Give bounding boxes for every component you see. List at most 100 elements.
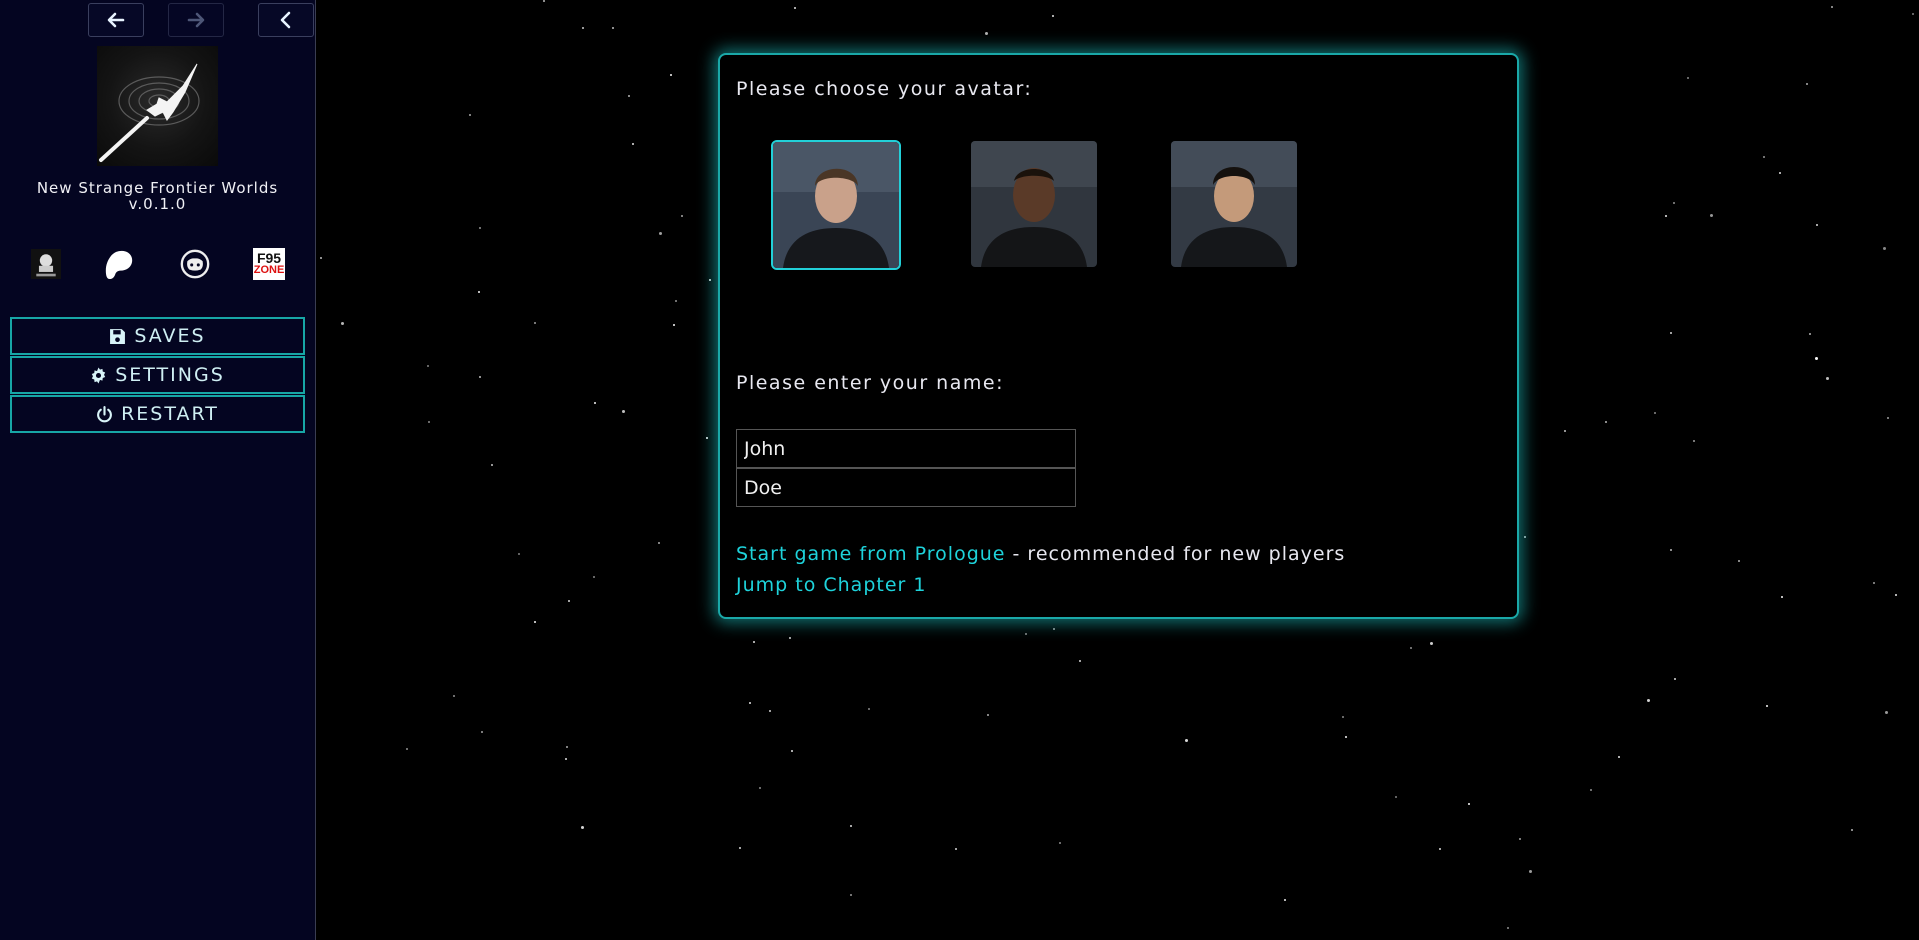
gear-icon bbox=[92, 367, 106, 383]
star bbox=[612, 27, 614, 29]
star bbox=[1806, 83, 1808, 85]
star bbox=[628, 95, 630, 97]
first-name-input[interactable] bbox=[736, 429, 1076, 468]
star bbox=[1079, 660, 1081, 662]
star bbox=[1053, 628, 1055, 630]
settings-button[interactable]: SETTINGS bbox=[10, 356, 305, 394]
star bbox=[1766, 705, 1768, 707]
star bbox=[1284, 899, 1286, 901]
star bbox=[1052, 15, 1054, 17]
spaceship-logo-icon bbox=[99, 63, 200, 162]
star bbox=[478, 291, 480, 293]
star bbox=[1647, 699, 1650, 702]
saves-button[interactable]: SAVES bbox=[10, 317, 305, 355]
star bbox=[406, 748, 408, 750]
star bbox=[428, 421, 430, 423]
arrow-left-icon bbox=[107, 12, 125, 28]
star bbox=[565, 758, 567, 760]
star bbox=[1809, 333, 1811, 335]
star bbox=[955, 848, 957, 850]
star bbox=[1826, 377, 1829, 380]
star bbox=[1693, 440, 1695, 442]
collapse-sidebar-button[interactable] bbox=[258, 3, 314, 37]
star bbox=[1618, 756, 1620, 758]
star bbox=[566, 746, 568, 748]
name-prompt: Please enter your name: bbox=[736, 372, 1004, 394]
star bbox=[675, 300, 677, 302]
last-name-input[interactable] bbox=[736, 468, 1076, 507]
avatar-option-2[interactable] bbox=[971, 141, 1097, 267]
star bbox=[1763, 156, 1765, 158]
discord-link[interactable] bbox=[178, 247, 212, 281]
star bbox=[753, 641, 755, 643]
sidebar: New Strange Frontier Worlds v.0.1.0 F95 … bbox=[0, 0, 316, 940]
chevron-left-icon bbox=[280, 11, 291, 29]
star bbox=[1912, 13, 1914, 15]
star bbox=[341, 322, 344, 325]
restart-button[interactable]: RESTART bbox=[10, 395, 305, 433]
star bbox=[987, 714, 989, 716]
star bbox=[1670, 332, 1672, 334]
star bbox=[1895, 594, 1897, 596]
star bbox=[1815, 357, 1818, 360]
star bbox=[1059, 842, 1061, 844]
patreon-link[interactable] bbox=[102, 247, 136, 281]
star bbox=[1779, 172, 1781, 174]
star bbox=[1345, 736, 1347, 738]
star bbox=[868, 708, 870, 710]
game-version: v.0.1.0 bbox=[128, 195, 187, 213]
f95zone-link[interactable]: F95 ZONE bbox=[252, 247, 286, 281]
star bbox=[1887, 417, 1889, 419]
star bbox=[320, 257, 322, 259]
game-title-text: New Strange Frontier Worlds bbox=[36, 179, 279, 197]
star bbox=[1529, 870, 1532, 873]
star bbox=[568, 600, 570, 602]
star bbox=[427, 365, 429, 367]
star bbox=[739, 847, 741, 849]
star bbox=[1342, 716, 1344, 718]
star bbox=[543, 0, 545, 2]
star bbox=[479, 376, 481, 378]
star bbox=[1851, 829, 1853, 831]
saves-button-label: SAVES bbox=[134, 325, 206, 347]
avatar-prompt: Please choose your avatar: bbox=[736, 78, 1033, 100]
discord-icon bbox=[180, 249, 210, 279]
star bbox=[1673, 202, 1675, 204]
forward-button[interactable] bbox=[168, 3, 224, 37]
star bbox=[706, 437, 708, 439]
star bbox=[453, 695, 455, 697]
star bbox=[1430, 642, 1433, 645]
star bbox=[681, 215, 683, 217]
kemono-icon bbox=[31, 249, 61, 279]
star bbox=[1883, 247, 1886, 250]
star bbox=[1524, 536, 1526, 538]
kemono-link[interactable] bbox=[29, 247, 63, 281]
star bbox=[1738, 560, 1740, 562]
star bbox=[1395, 796, 1397, 798]
star bbox=[1674, 678, 1676, 680]
star bbox=[1590, 789, 1592, 791]
star bbox=[534, 621, 536, 623]
star bbox=[850, 894, 852, 896]
floppy-disk-icon bbox=[110, 328, 126, 344]
star bbox=[1185, 739, 1188, 742]
star bbox=[632, 143, 634, 145]
arrow-right-icon bbox=[187, 12, 205, 28]
f95zone-icon-text: F95 bbox=[256, 250, 282, 266]
settings-button-label: SETTINGS bbox=[115, 364, 225, 386]
star bbox=[1781, 596, 1783, 598]
avatar-option-1[interactable] bbox=[771, 140, 901, 270]
star bbox=[518, 553, 520, 555]
jump-chapter-1-link[interactable]: Jump to Chapter 1 bbox=[736, 574, 926, 596]
character-creation-panel: Please choose your avatar: Please enter … bbox=[718, 53, 1519, 619]
star bbox=[1410, 647, 1412, 649]
star bbox=[1670, 549, 1672, 551]
avatar-option-3[interactable] bbox=[1171, 141, 1297, 267]
star bbox=[1025, 633, 1027, 635]
avatar-3-portrait bbox=[1171, 141, 1297, 267]
f95zone-icon-subtext: ZONE bbox=[253, 264, 285, 276]
f95zone-icon: F95 ZONE bbox=[253, 248, 285, 280]
history-nav bbox=[0, 3, 315, 39]
back-button[interactable] bbox=[88, 3, 144, 37]
start-prologue-link[interactable]: Start game from Prologue bbox=[736, 543, 1006, 565]
